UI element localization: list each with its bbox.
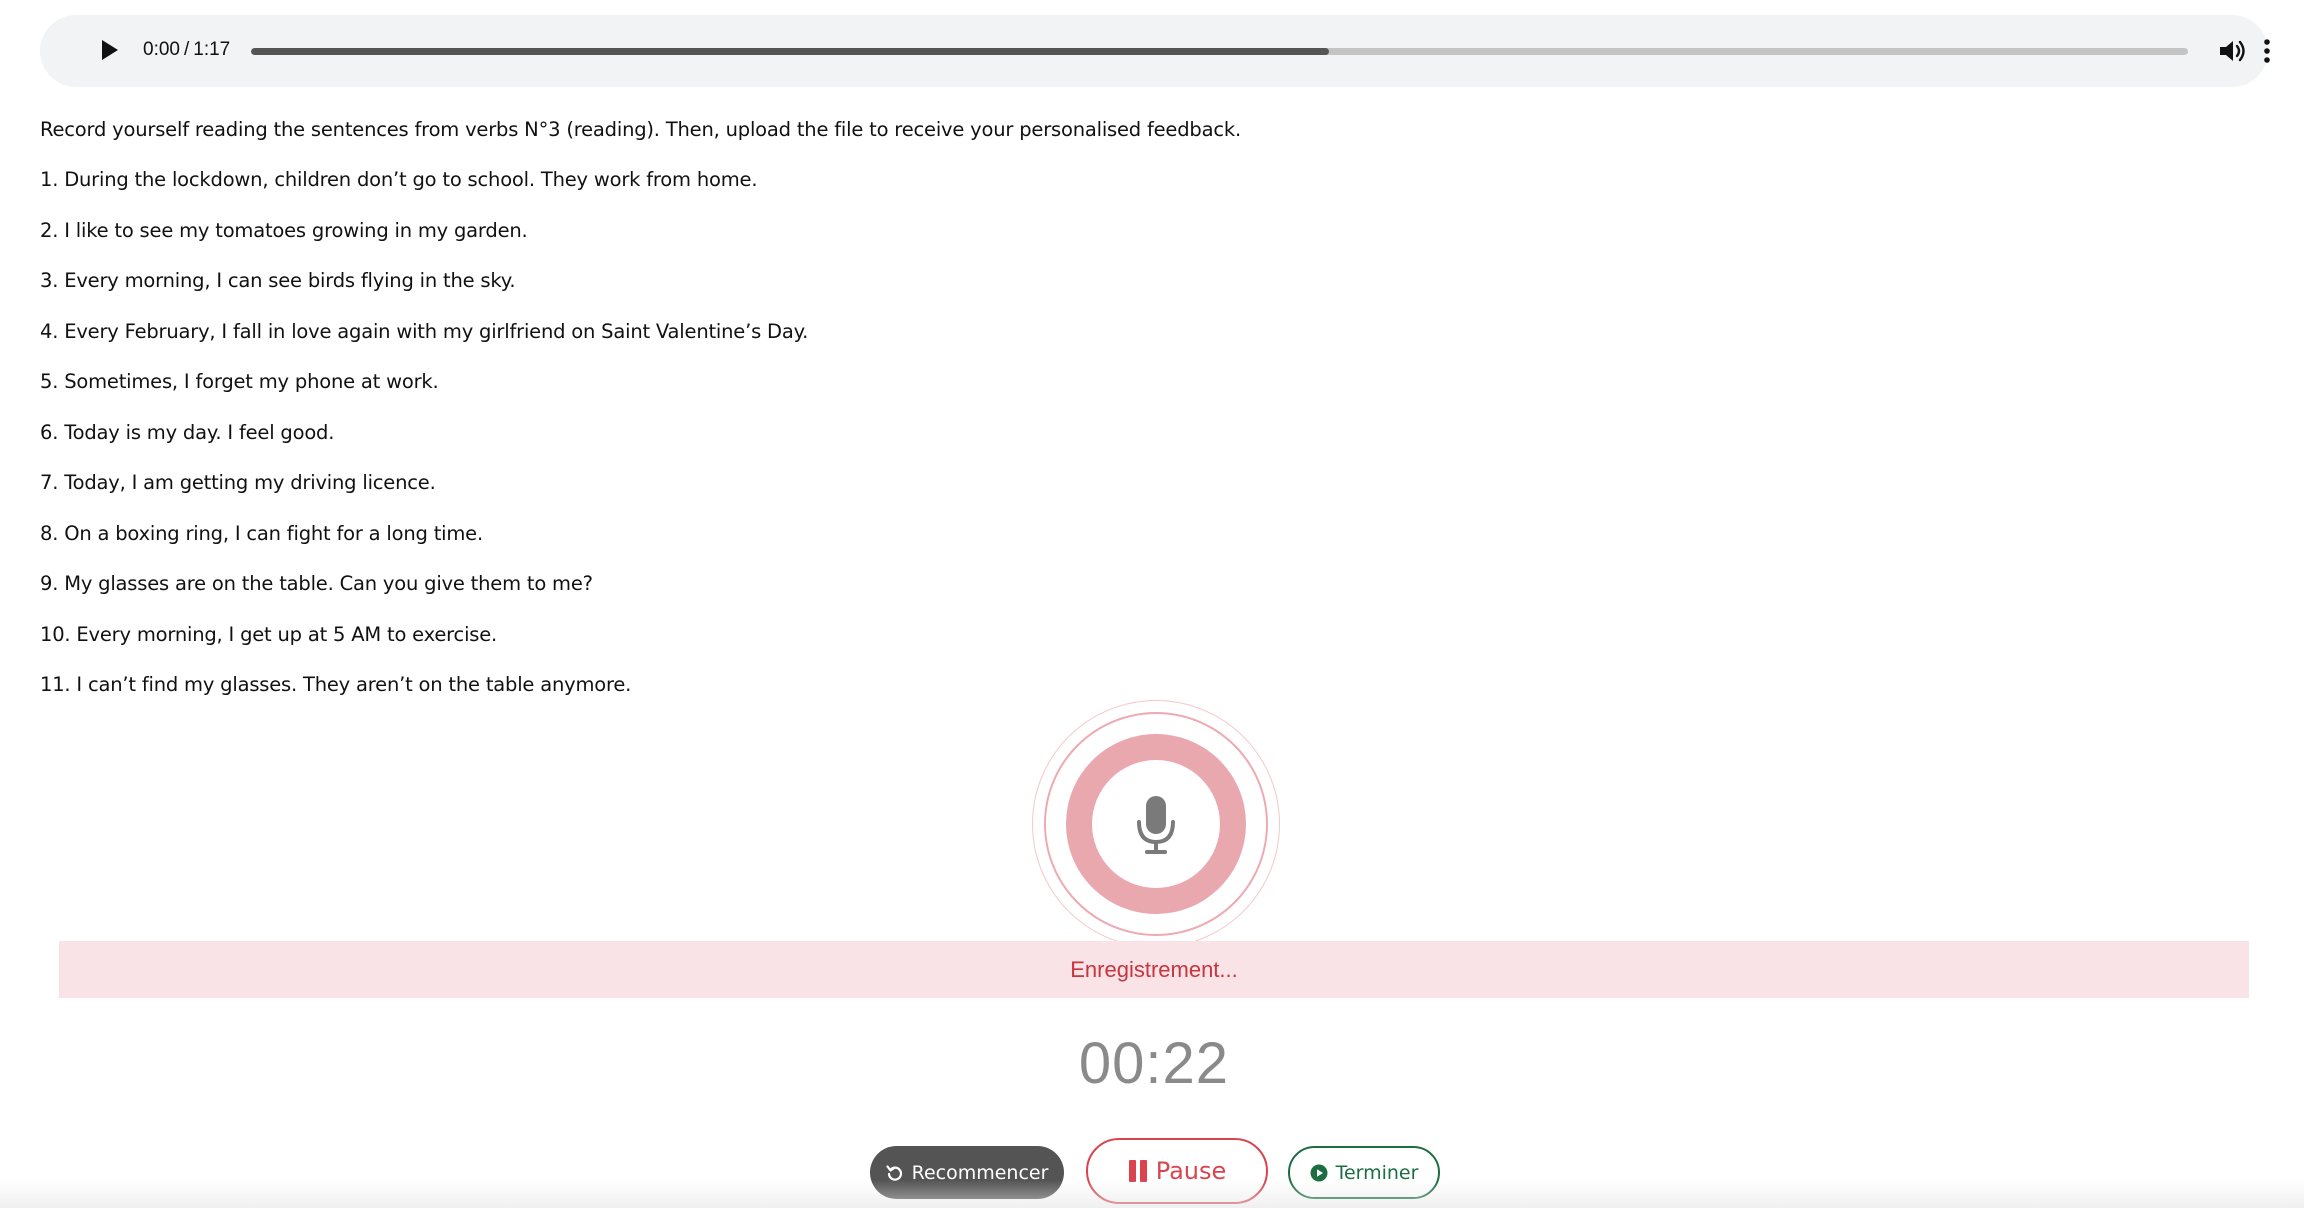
list-item: 10. Every morning, I get up at 5 AM to e…: [40, 622, 498, 646]
list-item: 3. Every morning, I can see birds flying…: [40, 269, 516, 292]
pause-icon: [1128, 1160, 1147, 1182]
progress-slider[interactable]: [251, 48, 2188, 55]
list-item: 8. On a boxing ring, I can fight for a l…: [40, 521, 483, 545]
sentence-list: 1. During the lockdown, children don’t g…: [40, 168, 808, 724]
time-separator: /: [183, 39, 190, 60]
play-icon[interactable]: [102, 40, 118, 60]
more-vertical-icon[interactable]: [2262, 37, 2272, 65]
bottom-shadow: [0, 1180, 2304, 1208]
recording-status: Enregistrement...: [59, 941, 2249, 998]
instruction-text: Record yourself reading the sentences fr…: [40, 118, 1241, 141]
play-circle-icon: [1310, 1164, 1328, 1181]
refresh-icon: [885, 1164, 902, 1181]
mic-indicator: [1032, 700, 1280, 948]
microphone-icon: [1137, 796, 1175, 854]
time-display: 0:00/1:17: [143, 39, 230, 61]
list-item: 1. During the lockdown, children don’t g…: [40, 168, 758, 191]
recording-timer: 00:22: [1078, 1031, 1230, 1096]
duration: 1:17: [193, 39, 231, 60]
list-item: 4. Every February, I fall in love again …: [40, 319, 809, 343]
current-time: 0:00: [143, 39, 180, 60]
list-item: 6. Today is my day. I feel good.: [40, 420, 335, 444]
list-item: 2. I like to see my tomatoes growing in …: [40, 218, 528, 242]
list-item: 9. My glasses are on the table. Can you …: [40, 572, 593, 595]
list-item: 7. Today, I am getting my driving licenc…: [40, 471, 436, 494]
page: 0:00/1:17 Record yourself reading the se…: [0, 0, 2304, 1208]
recorder-panel: Enregistrement... 00:22 Recommencer Paus…: [40, 700, 2268, 1208]
volume-icon[interactable]: [2218, 38, 2246, 64]
buffered-progress: [251, 48, 1330, 55]
list-item: 5. Sometimes, I forget my phone at work.: [40, 370, 439, 393]
audio-player: 0:00/1:17: [40, 15, 2270, 87]
